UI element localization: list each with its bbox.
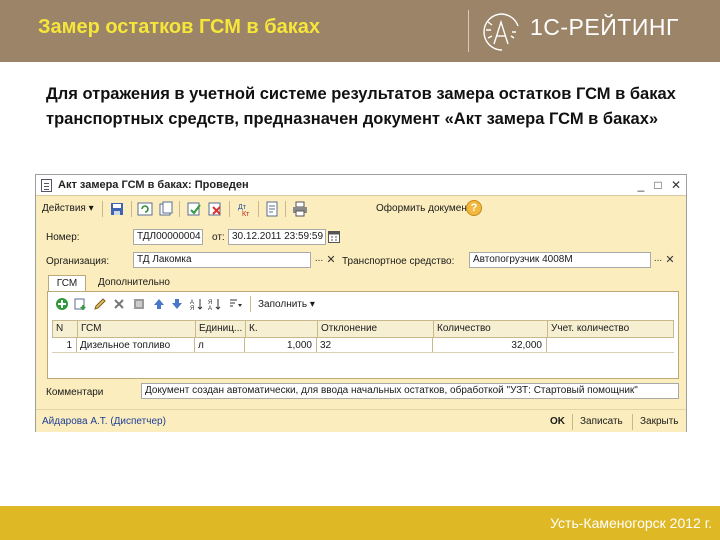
cell-quantity[interactable]: 32,000: [432, 338, 546, 352]
slide-header: Замер остатков ГСМ в баках 1С-РЕЙТИНГ: [0, 0, 720, 62]
close-window-button[interactable]: ✕: [669, 178, 683, 192]
slide-title: Замер остатков ГСМ в баках: [38, 16, 321, 38]
tab-additional[interactable]: Дополнительно: [92, 275, 176, 292]
sort-desc-icon[interactable]: ЯA: [208, 297, 222, 311]
cell-accounted-quantity[interactable]: [546, 338, 672, 352]
table-header: N ГСМ Единиц... К. Отклонение Количество…: [52, 320, 674, 338]
calendar-icon[interactable]: [328, 230, 340, 243]
move-up-icon[interactable]: [152, 297, 166, 311]
unpost-icon[interactable]: [207, 201, 223, 217]
status-divider: [632, 414, 633, 430]
cell-fuel[interactable]: Дизельное топливо: [76, 338, 194, 352]
move-down-icon[interactable]: [170, 297, 184, 311]
toolbar-divider: [285, 201, 286, 217]
cell-n[interactable]: 1: [52, 338, 76, 352]
delete-row-icon[interactable]: [112, 297, 126, 311]
organization-clear-button[interactable]: ✕: [325, 252, 337, 268]
comment-field[interactable]: Документ создан автоматически, для ввода…: [141, 383, 679, 399]
document-toolbar: Действия ▾ Дт Кт Оформить документы ?: [36, 197, 686, 221]
post-icon[interactable]: [186, 201, 202, 217]
save-icon[interactable]: [109, 201, 125, 217]
window-title: Акт замера ГСМ в баках: Проведен: [58, 179, 249, 191]
sort-asc-icon[interactable]: AЯ: [190, 297, 204, 311]
toolbar-divider: [229, 201, 230, 217]
ok-button[interactable]: OK: [550, 416, 565, 427]
current-user: Айдарова А.Т. (Диспетчер): [42, 416, 166, 427]
cell-unit[interactable]: л: [194, 338, 244, 352]
vehicle-field[interactable]: Автопогрузчик 4008М: [469, 252, 651, 268]
window-titlebar: Акт замера ГСМ в баках: Проведен _ □ ✕: [36, 175, 686, 196]
column-header-accounted-quantity[interactable]: Учет. количество: [547, 321, 673, 337]
column-header-quantity[interactable]: Количество: [433, 321, 547, 337]
toolbar-divider: [179, 201, 180, 217]
header-divider: [468, 10, 469, 52]
toolbar-divider: [102, 201, 103, 217]
tab-fuel[interactable]: ГСМ: [48, 275, 86, 292]
column-header-deviation[interactable]: Отклонение: [317, 321, 433, 337]
debit-credit-icon[interactable]: ДтКт: [236, 201, 252, 217]
toolbar-divider: [131, 201, 132, 217]
vehicle-clear-button[interactable]: ✕: [664, 252, 676, 268]
column-header-unit[interactable]: Единиц...: [195, 321, 245, 337]
date-label: от:: [212, 232, 225, 243]
table-toolbar-divider: [250, 296, 251, 312]
brand-name: 1С-РЕЙТИНГ: [530, 14, 679, 40]
svg-text:Кт: Кт: [242, 211, 250, 217]
delete-all-icon[interactable]: [132, 297, 146, 311]
organization-select-button[interactable]: ...: [313, 252, 325, 268]
organization-field[interactable]: ТД Лакомка: [133, 252, 311, 268]
status-divider: [572, 414, 573, 430]
vehicle-select-button[interactable]: ...: [652, 252, 664, 268]
restore-button[interactable]: □: [651, 178, 665, 192]
minimize-button[interactable]: _: [634, 178, 648, 192]
copy-row-icon[interactable]: [74, 297, 88, 311]
svg-text:A: A: [208, 306, 212, 311]
cell-k[interactable]: 1,000: [244, 338, 316, 352]
table-row[interactable]: 1 Дизельное топливо л 1,000 32 32,000: [52, 338, 674, 353]
intro-text: Для отражения в учетной системе результа…: [46, 85, 676, 128]
help-icon[interactable]: ?: [466, 200, 482, 216]
slide-footer: Усть-Каменогорск 2012 г.: [0, 506, 720, 540]
print-forms-button[interactable]: Оформить документы: [376, 203, 479, 214]
structure-icon[interactable]: [264, 201, 280, 217]
print-icon[interactable]: [292, 201, 308, 217]
actions-menu[interactable]: Действия ▾: [42, 203, 94, 214]
number-field[interactable]: ТДЛ00000004: [133, 229, 203, 245]
edit-row-icon[interactable]: [93, 297, 107, 311]
footer-location: Усть-Каменогорск 2012 г.: [550, 515, 712, 531]
document-icon: [41, 179, 52, 192]
copy-document-icon[interactable]: [158, 201, 174, 217]
number-label: Номер:: [46, 232, 80, 243]
svg-text:Я: Я: [190, 306, 194, 311]
table-toolbar: AЯ ЯA Заполнить ▾: [48, 292, 678, 316]
toolbar-divider: [258, 201, 259, 217]
sort-menu-icon[interactable]: [228, 297, 242, 311]
status-bar: Айдарова А.Т. (Диспетчер) OK Записать За…: [36, 409, 686, 432]
comment-label: Комментари: [46, 387, 104, 398]
document-window: Акт замера ГСМ в баках: Проведен _ □ ✕ Д…: [35, 174, 687, 432]
column-header-n[interactable]: N: [53, 321, 77, 337]
tab-panel: AЯ ЯA Заполнить ▾ N ГСМ Единиц... К. Отк…: [47, 291, 679, 379]
fill-menu[interactable]: Заполнить ▾: [258, 299, 315, 310]
vehicle-label: Транспортное средство:: [342, 256, 455, 267]
svg-text:Дт: Дт: [238, 204, 247, 211]
close-button[interactable]: Закрыть: [640, 416, 679, 427]
brand-logo-icon: [483, 13, 519, 51]
cell-deviation[interactable]: 32: [316, 338, 432, 352]
organization-label: Организация:: [46, 256, 110, 267]
add-row-icon[interactable]: [55, 297, 69, 311]
date-field[interactable]: 30.12.2011 23:59:59: [228, 229, 326, 245]
column-header-fuel[interactable]: ГСМ: [77, 321, 195, 337]
save-button[interactable]: Записать: [580, 416, 623, 427]
refresh-icon[interactable]: [137, 201, 153, 217]
column-header-k[interactable]: К.: [245, 321, 317, 337]
